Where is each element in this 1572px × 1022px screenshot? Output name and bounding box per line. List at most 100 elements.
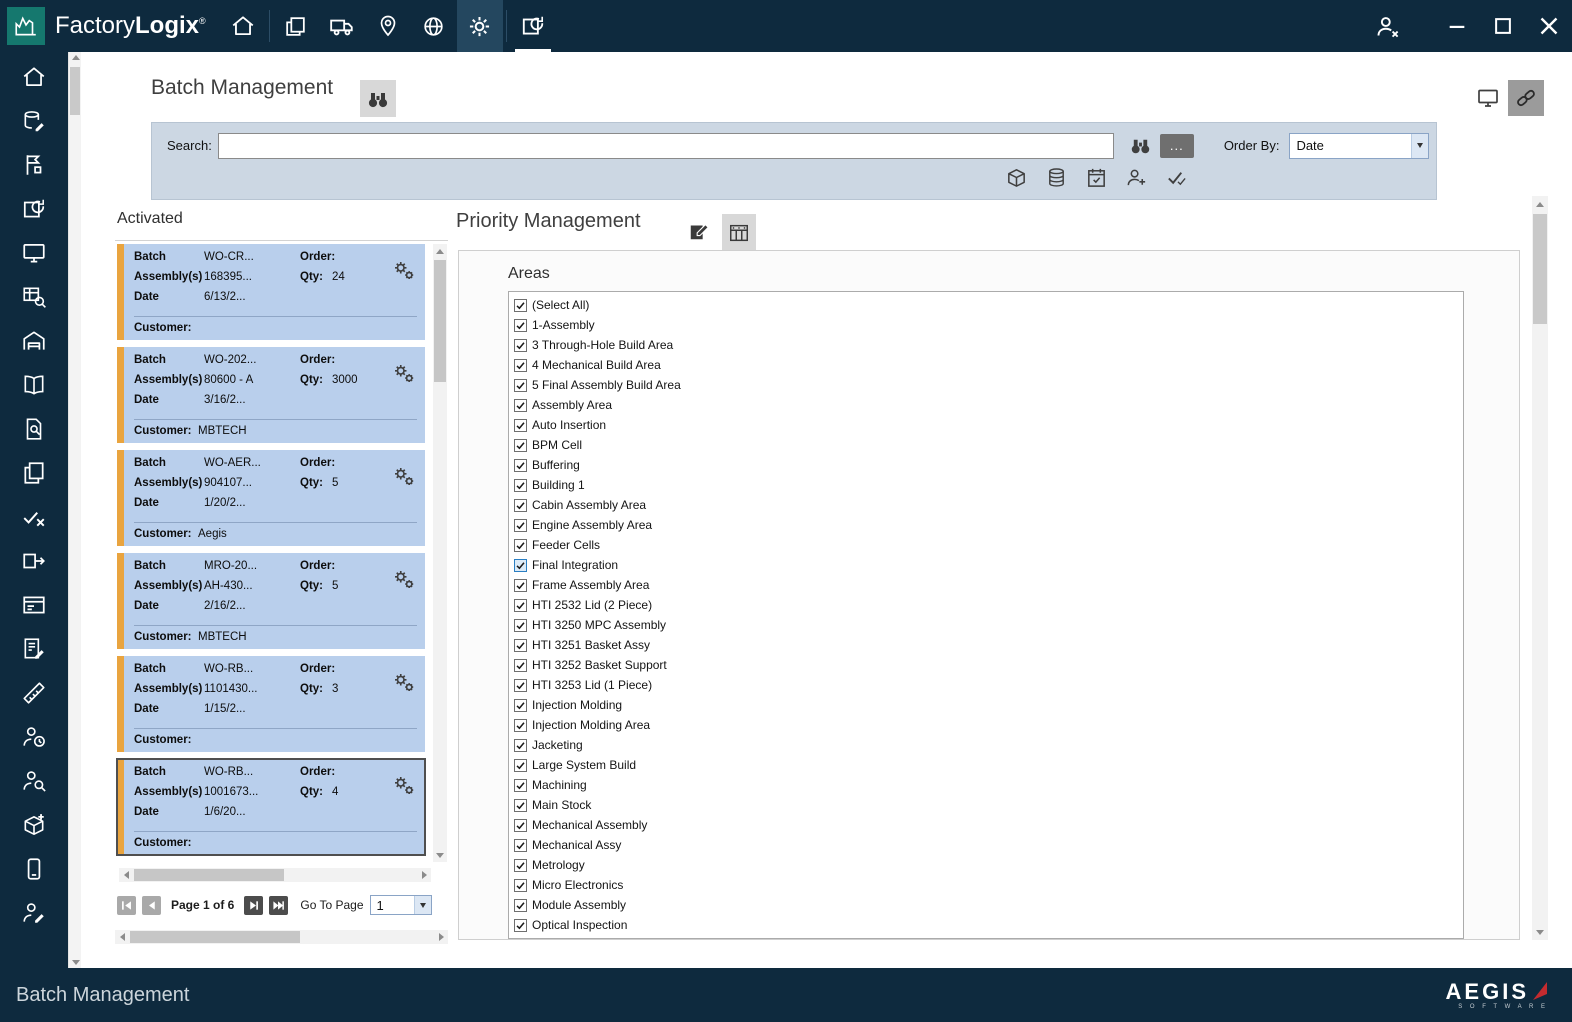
scroll-left-arrow[interactable]: [120, 933, 125, 941]
user-remove-icon[interactable]: [1364, 0, 1410, 52]
checkbox-icon[interactable]: [514, 579, 527, 592]
area-checkbox-row[interactable]: Frame Assembly Area: [514, 575, 1463, 595]
area-checkbox-row[interactable]: HTI 3251 Basket Assy: [514, 635, 1463, 655]
area-checkbox-row[interactable]: HTI 3250 MPC Assembly: [514, 615, 1463, 635]
area-checkbox-row[interactable]: 5 Final Assembly Build Area: [514, 375, 1463, 395]
person-clock-icon[interactable]: [21, 723, 48, 750]
area-checkbox-row[interactable]: Mechanical Assy: [514, 835, 1463, 855]
scroll-up-arrow[interactable]: [1536, 202, 1544, 207]
history-icon[interactable]: [510, 0, 556, 52]
area-checkbox-row[interactable]: Optical Inspection: [514, 915, 1463, 935]
link-view-icon[interactable]: [1508, 80, 1544, 116]
checkbox-icon[interactable]: [514, 419, 527, 432]
last-page-button[interactable]: [269, 896, 288, 915]
database-edit-icon[interactable]: [21, 107, 48, 134]
batch-card[interactable]: BatchWO-RB... Assembly(s)1101430... Date…: [117, 656, 425, 752]
area-checkbox-row[interactable]: Jacketing: [514, 735, 1463, 755]
area-checkbox-row[interactable]: HTI 3253 Lid (1 Piece): [514, 675, 1463, 695]
checkbox-icon[interactable]: [514, 819, 527, 832]
search-view-tab[interactable]: [360, 80, 396, 117]
scroll-up-arrow[interactable]: [436, 249, 444, 254]
area-checkbox-row[interactable]: Cabin Assembly Area: [514, 495, 1463, 515]
area-checkbox-row[interactable]: Metrology: [514, 855, 1463, 875]
area-checkbox-row[interactable]: Injection Molding: [514, 695, 1463, 715]
next-page-button[interactable]: [244, 896, 263, 915]
search-input[interactable]: [218, 133, 1114, 159]
checkbox-icon[interactable]: [514, 439, 527, 452]
checkbox-icon[interactable]: [514, 539, 527, 552]
copy-pages-icon[interactable]: [21, 459, 48, 486]
scrollbar-thumb[interactable]: [1533, 214, 1547, 324]
checkbox-icon[interactable]: [514, 479, 527, 492]
order-by-select[interactable]: Date: [1289, 133, 1429, 159]
globe-icon[interactable]: [411, 0, 457, 52]
batch-settings-icon[interactable]: [391, 353, 417, 418]
warehouse-icon[interactable]: [21, 327, 48, 354]
scroll-up-arrow[interactable]: [72, 55, 80, 60]
batch-card[interactable]: BatchWO-AER... Assembly(s)904107... Date…: [117, 450, 425, 546]
coins-icon[interactable]: [1044, 165, 1069, 190]
device-icon[interactable]: [21, 855, 48, 882]
person-add-icon[interactable]: [1124, 165, 1149, 190]
area-checkbox-row[interactable]: 1-Assembly: [514, 315, 1463, 335]
area-checkbox-row[interactable]: Micro Electronics: [514, 875, 1463, 895]
minimize-icon[interactable]: [1434, 0, 1480, 52]
scrollbar-thumb[interactable]: [70, 67, 80, 115]
scrollbar-thumb[interactable]: [434, 260, 446, 382]
checkbox-icon[interactable]: [514, 619, 527, 632]
gear-icon[interactable]: [457, 0, 503, 52]
more-options-button[interactable]: ...: [1160, 134, 1194, 158]
batch-settings-icon[interactable]: [391, 559, 417, 624]
grid-search-icon[interactable]: [21, 283, 48, 310]
calendar-check-icon[interactable]: [1084, 165, 1109, 190]
box-add-icon[interactable]: [21, 811, 48, 838]
batch-settings-icon[interactable]: [391, 765, 417, 830]
batch-settings-icon[interactable]: [391, 250, 417, 315]
chevron-down-icon[interactable]: [414, 896, 431, 914]
area-checkbox-row[interactable]: HTI 2532 Lid (2 Piece): [514, 595, 1463, 615]
scroll-down-arrow[interactable]: [436, 853, 444, 858]
checkbox-icon[interactable]: [514, 499, 527, 512]
area-checkbox-row[interactable]: Buffering: [514, 455, 1463, 475]
previous-page-button[interactable]: [142, 896, 161, 915]
checkbox-icon[interactable]: [514, 379, 527, 392]
batch-card[interactable]: BatchWO-CR... Assembly(s)168395... Date6…: [117, 244, 425, 340]
checkbox-icon[interactable]: [514, 759, 527, 772]
checkbox-icon[interactable]: [514, 319, 527, 332]
scroll-down-arrow[interactable]: [72, 960, 80, 965]
checkbox-icon[interactable]: [514, 939, 527, 940]
goto-page-select[interactable]: 1: [370, 895, 432, 915]
check-x-icon[interactable]: [21, 503, 48, 530]
panel-hscrollbar[interactable]: [115, 930, 448, 944]
area-checkbox-row[interactable]: Large System Build: [514, 755, 1463, 775]
area-checkbox-row[interactable]: Main Stock: [514, 795, 1463, 815]
area-checkbox-row[interactable]: 3 Through-Hole Build Area: [514, 335, 1463, 355]
area-checkbox-row[interactable]: Final Integration: [514, 555, 1463, 575]
checkbox-icon[interactable]: [514, 919, 527, 932]
binoculars-icon[interactable]: [1127, 133, 1154, 159]
checkbox-icon[interactable]: [514, 639, 527, 652]
area-checkbox-row[interactable]: Feeder Cells: [514, 535, 1463, 555]
edit-icon[interactable]: [686, 218, 712, 244]
area-checkbox-row[interactable]: [514, 935, 1463, 939]
batch-card[interactable]: BatchWO-202... Assembly(s)80600 - A Date…: [117, 347, 425, 443]
scroll-left-arrow[interactable]: [124, 871, 129, 879]
monitor-icon[interactable]: [21, 239, 48, 266]
transfer-icon[interactable]: [21, 547, 48, 574]
area-checkbox-row[interactable]: Module Assembly: [514, 895, 1463, 915]
checkbox-icon[interactable]: [514, 399, 527, 412]
truck-icon[interactable]: [319, 0, 365, 52]
monitor-view-icon[interactable]: [1470, 80, 1506, 116]
home-icon[interactable]: [220, 0, 266, 52]
approve-icon[interactable]: [1164, 165, 1189, 190]
area-checkbox-row[interactable]: Mechanical Assembly: [514, 815, 1463, 835]
home-icon[interactable]: [21, 63, 48, 90]
book-icon[interactable]: [21, 371, 48, 398]
area-checkbox-row[interactable]: Machining: [514, 775, 1463, 795]
checkbox-icon[interactable]: [514, 839, 527, 852]
package-icon[interactable]: [1004, 165, 1029, 190]
checkbox-icon[interactable]: [514, 799, 527, 812]
batch-card[interactable]: BatchWO-RB... Assembly(s)1001673... Date…: [117, 759, 425, 855]
area-checkbox-row[interactable]: Engine Assembly Area: [514, 515, 1463, 535]
main-scrollbar[interactable]: [1532, 196, 1548, 940]
